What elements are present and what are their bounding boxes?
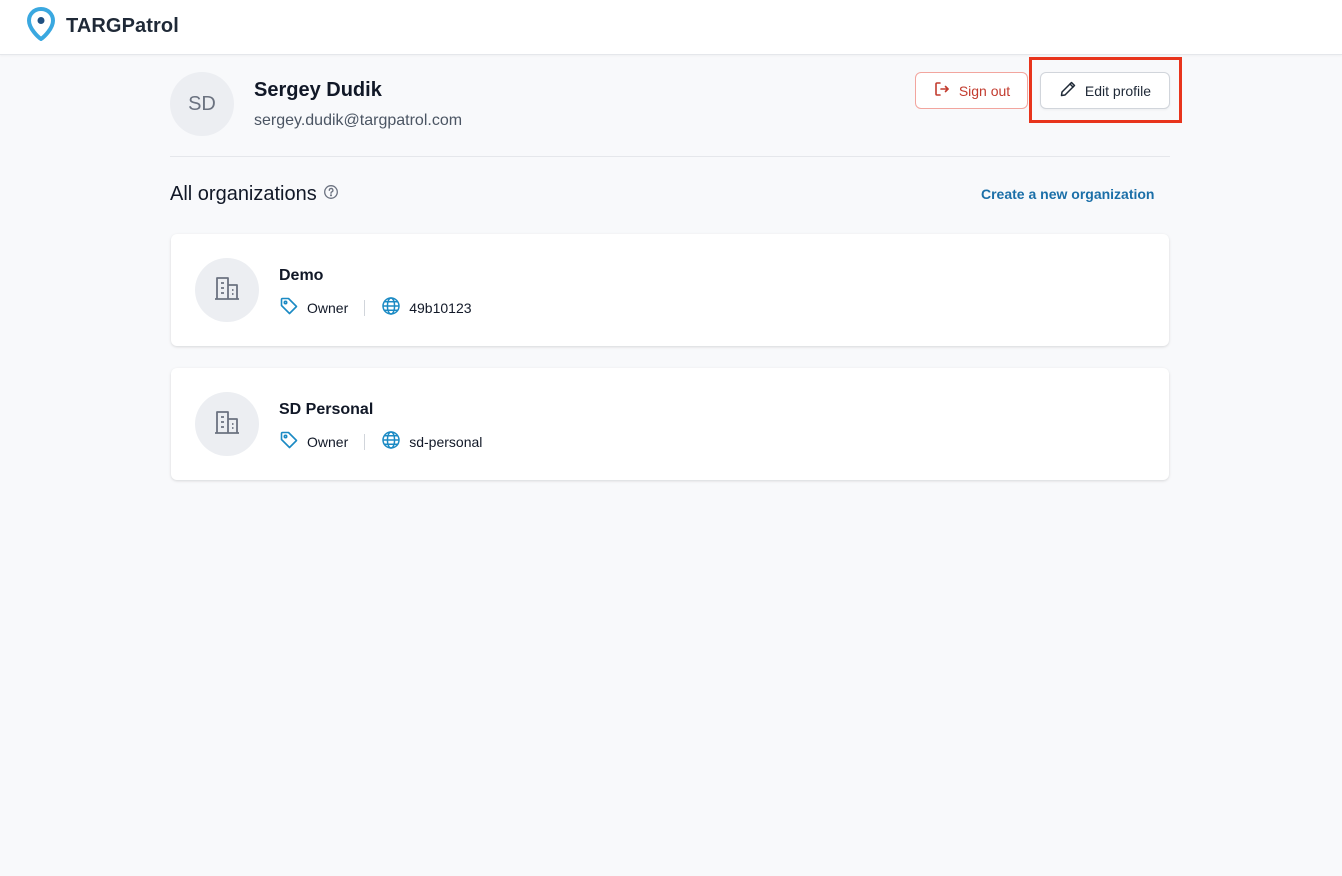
building-icon [212,407,242,442]
organizations-heading: All organizations [170,183,339,206]
org-slug-label: sd-personal [409,433,483,450]
profile-info: Sergey Dudik sergey.dudik@targpatrol.com [254,78,462,130]
organizations-title: All organizations [170,183,317,205]
meta-separator [364,433,366,450]
org-role: Owner [279,430,348,453]
org-slug: sd-personal [381,430,482,453]
create-organization-link[interactable]: Create a new organization [981,186,1154,202]
avatar: SD [170,72,234,136]
org-avatar [195,258,259,322]
profile-name: Sergey Dudik [254,79,382,101]
tag-icon [279,430,299,453]
org-role-label: Owner [307,433,349,450]
sign-out-icon [933,80,951,101]
org-name: SD Personal [279,401,374,418]
top-bar: TARGPatrol [0,0,1342,55]
org-meta: Owner sd-personal [279,430,482,453]
org-role: Owner [279,296,348,319]
edit-profile-label: Edit profile [1084,82,1152,99]
globe-icon [381,296,401,319]
tag-icon [279,296,299,319]
organization-card-sd-personal[interactable]: SD Personal Owner sd-personal [171,368,1169,480]
organization-card-demo[interactable]: Demo Owner 49b10123 [171,234,1169,346]
pencil-icon [1059,80,1077,101]
edit-profile-button[interactable]: Edit profile [1040,72,1170,109]
help-circle-icon[interactable] [323,183,339,206]
divider [170,156,1170,157]
profile-header: SD Sergey Dudik sergey.dudik@targpatrol.… [170,72,462,136]
globe-icon [381,430,401,453]
sign-out-button[interactable]: Sign out [915,72,1028,109]
sign-out-label: Sign out [958,82,1011,99]
org-avatar [195,392,259,456]
app-logo[interactable]: TARGPatrol [26,6,179,46]
profile-email: sergey.dudik@targpatrol.com [254,112,463,129]
app-name: TARGPatrol [66,15,179,37]
org-slug-label: 49b10123 [409,299,472,316]
meta-separator [364,299,366,316]
org-meta: Owner 49b10123 [279,296,472,319]
org-role-label: Owner [307,299,349,316]
org-slug: 49b10123 [381,296,472,319]
map-pin-logo-icon [26,6,56,46]
org-name: Demo [279,267,324,284]
building-icon [212,273,242,308]
